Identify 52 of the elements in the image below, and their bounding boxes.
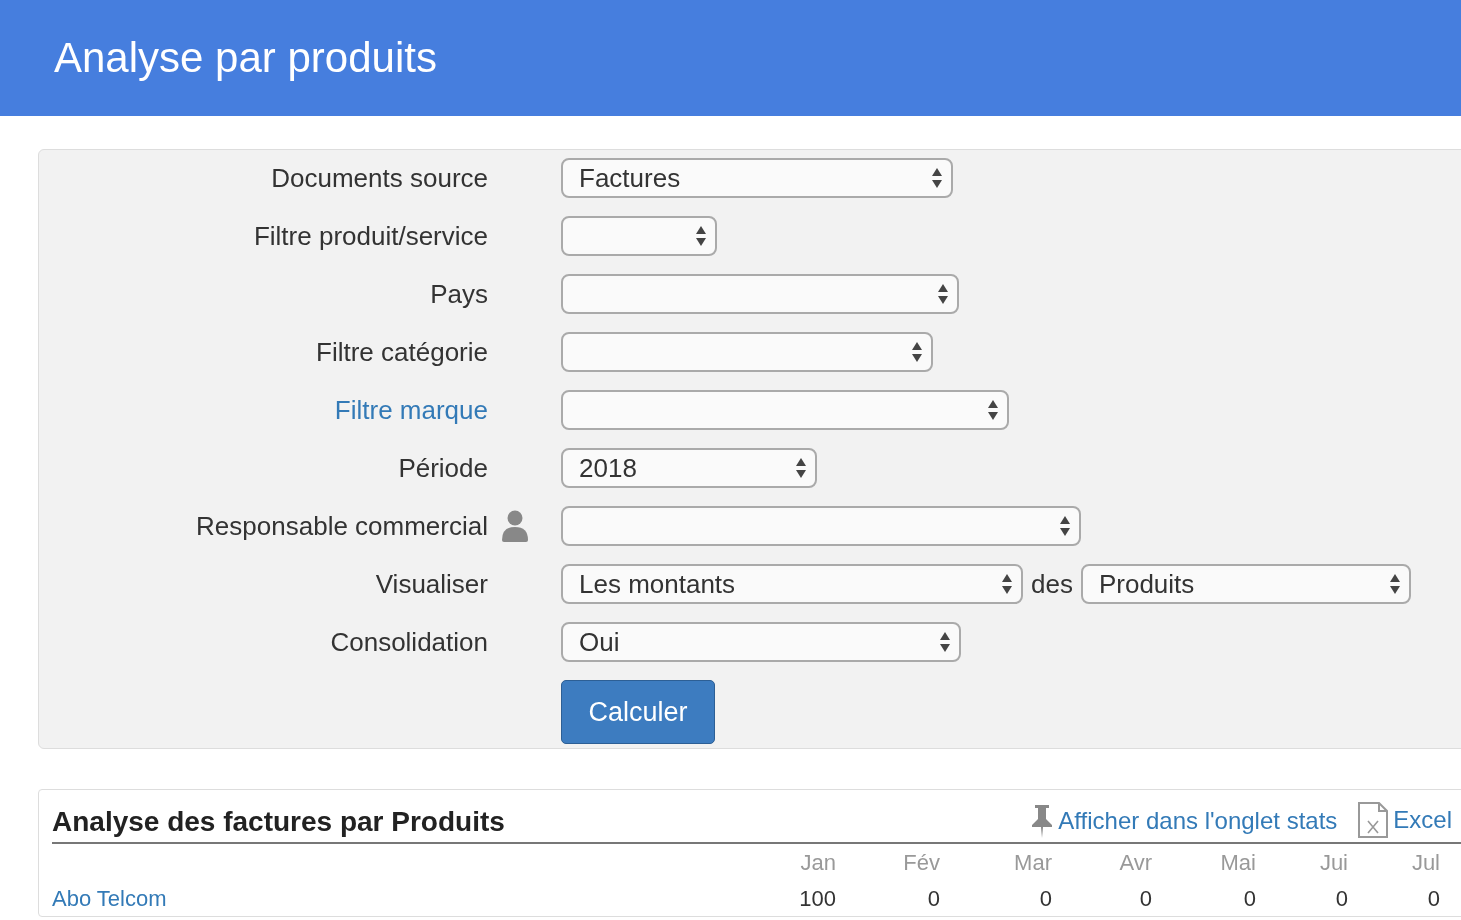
- select-arrows-icon: [1059, 514, 1071, 538]
- table-cell: 0: [1348, 882, 1440, 916]
- excel-link[interactable]: Excel: [1393, 806, 1452, 834]
- field-label: Consolidation: [329, 626, 488, 658]
- table-cell: 0: [1052, 882, 1152, 916]
- product-link[interactable]: Abo Telcom: [52, 886, 167, 911]
- select-field[interactable]: [561, 390, 1009, 430]
- field-label: Période: [397, 452, 488, 484]
- select-arrows-icon: [911, 340, 923, 364]
- select-field[interactable]: [561, 274, 959, 314]
- field-label: Responsable commercial: [195, 510, 488, 542]
- select-field[interactable]: Les montants: [561, 564, 1023, 604]
- table-cell: 0: [836, 882, 940, 916]
- table-cell: 0: [940, 882, 1052, 916]
- select-field[interactable]: Factures: [561, 158, 953, 198]
- calculate-button[interactable]: Calculer: [561, 680, 715, 744]
- table-cell: 0: [1152, 882, 1256, 916]
- page-title: Analyse par produits: [54, 34, 437, 82]
- pin-link[interactable]: Afficher dans l'onglet stats: [1058, 807, 1338, 835]
- field-label: Filtre produit/service: [252, 220, 488, 252]
- select-arrows-icon: [795, 456, 807, 480]
- select-arrows-icon: [1001, 572, 1013, 596]
- field-label: Filtre catégorie: [315, 336, 488, 368]
- table-cell-text: 100: [798, 885, 836, 913]
- connector-text: des: [1031, 568, 1073, 600]
- select-field[interactable]: [561, 332, 933, 372]
- select-arrows-icon: [987, 398, 999, 422]
- column-header: Jan: [799, 849, 836, 877]
- field-label: Documents source: [270, 162, 488, 194]
- table-cell: 0: [1256, 882, 1348, 916]
- field-label: Visualiser: [374, 568, 488, 600]
- column-header: Jul: [1410, 849, 1440, 877]
- select-field[interactable]: Oui: [561, 622, 961, 662]
- spreadsheet-file-icon: [1357, 802, 1390, 838]
- select-field[interactable]: 2018: [561, 448, 817, 488]
- select-field[interactable]: [561, 216, 717, 256]
- column-header: Mar: [940, 844, 1052, 882]
- column-header: Avr: [1052, 844, 1152, 882]
- field-label-link[interactable]: Filtre marque: [39, 394, 488, 426]
- column-header: Jui: [1318, 849, 1348, 877]
- field-label: Pays: [429, 278, 488, 310]
- column-header: Mai: [1152, 844, 1256, 882]
- select-field[interactable]: Produits: [1080, 564, 1411, 604]
- select-arrows-icon: [695, 224, 707, 248]
- column-header: Fév: [902, 849, 940, 877]
- report-title: Analyse des factures par Produits: [52, 806, 506, 838]
- person-icon: [502, 510, 528, 542]
- select-arrows-icon: [931, 166, 943, 190]
- select-arrows-icon: [1388, 572, 1401, 596]
- select-arrows-icon: [937, 282, 949, 306]
- select-arrows-icon: [939, 630, 951, 654]
- select-field[interactable]: [561, 506, 1081, 546]
